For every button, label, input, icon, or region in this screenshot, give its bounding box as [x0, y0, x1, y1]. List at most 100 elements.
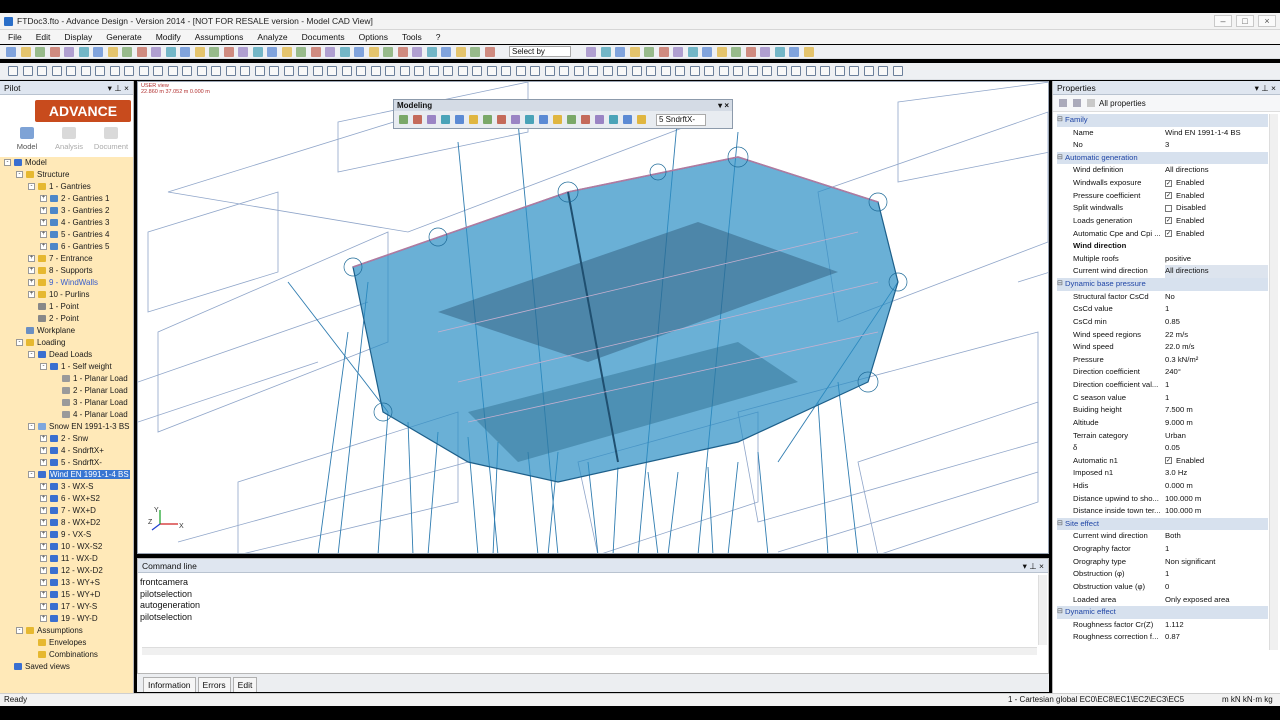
property-value-cell[interactable]: Urban	[1165, 430, 1268, 443]
view-toolbar-button[interactable]	[573, 66, 584, 76]
modeling-close-icon[interactable]: ▾ ×	[718, 100, 729, 111]
properties-filter[interactable]: All properties	[1053, 95, 1280, 112]
view-toolbar-button[interactable]	[182, 66, 192, 76]
toolbar-button[interactable]	[368, 47, 379, 57]
view-toolbar-button[interactable]	[167, 66, 178, 76]
collapse-icon[interactable]: -	[16, 171, 23, 179]
property-value-cell[interactable]: 0	[1165, 581, 1268, 594]
collapse-icon[interactable]: -	[16, 339, 23, 347]
tree-node[interactable]: - 1 - Gantries	[28, 181, 91, 193]
property-row[interactable]: Direction coefficient 240°	[1057, 366, 1268, 379]
property-row[interactable]: Distance upwind to sho... 100.000 m	[1057, 493, 1268, 506]
view-toolbar-button[interactable]	[254, 66, 265, 76]
expand-icon[interactable]: +	[40, 483, 47, 491]
property-value-cell[interactable]: 1	[1165, 392, 1268, 405]
expand-icon[interactable]: +	[40, 519, 47, 527]
view-toolbar-button[interactable]	[385, 66, 395, 76]
property-value-cell[interactable]: 100.000 m	[1165, 493, 1268, 506]
property-row[interactable]: Automatic Cpe and Cpi ... ✓ Enabled	[1057, 228, 1268, 241]
expand-icon[interactable]: +	[40, 579, 47, 587]
section-collapse-icon[interactable]: ⊟	[1057, 152, 1063, 165]
tree-node[interactable]: - 1 - Self weight	[40, 361, 112, 373]
toolbar-button[interactable]	[325, 47, 335, 57]
expand-icon[interactable]: +	[40, 591, 47, 599]
tree-node[interactable]: +10 - WX-S2	[40, 541, 102, 553]
view-toolbar-button[interactable]	[486, 66, 497, 76]
view-toolbar-button[interactable]	[312, 66, 323, 76]
command-hscrollbar[interactable]	[142, 647, 1037, 655]
modeling-tool-button[interactable]	[511, 115, 520, 124]
property-value-cell[interactable]: positive	[1165, 253, 1268, 266]
toolbar-button[interactable]	[731, 47, 741, 57]
property-row[interactable]: CsCd value 1	[1057, 303, 1268, 316]
view-toolbar-button[interactable]	[37, 66, 47, 76]
view-toolbar-button[interactable]	[878, 66, 888, 76]
toolbar-button[interactable]	[644, 47, 654, 57]
view-toolbar-button[interactable]	[849, 66, 859, 76]
toolbar-button[interactable]	[238, 47, 248, 57]
menu-item[interactable]: Assumptions	[195, 32, 244, 42]
property-value-cell[interactable]: All directions	[1165, 265, 1268, 279]
tree-node[interactable]: +9 - WindWalls	[28, 277, 98, 289]
view-toolbar-button[interactable]	[327, 66, 337, 76]
collapse-icon[interactable]: -	[28, 471, 35, 479]
view-toolbar-button[interactable]	[646, 66, 656, 76]
toolbar-button[interactable]	[629, 47, 640, 57]
toolbar-button[interactable]	[107, 47, 118, 57]
tree-node[interactable]: +4 - SndrftX+	[40, 445, 104, 457]
properties-scrollbar[interactable]	[1269, 114, 1278, 650]
tree-node[interactable]: Combinations	[28, 649, 98, 661]
tab-document[interactable]: Document	[90, 124, 132, 152]
expand-icon[interactable]: +	[40, 219, 47, 227]
property-row[interactable]: CsCd min 0.85	[1057, 316, 1268, 329]
property-section[interactable]: ⊟ Family	[1057, 114, 1268, 127]
property-row[interactable]: Current wind direction All directions	[1057, 265, 1268, 279]
property-row[interactable]: Orography type Non significant	[1057, 556, 1268, 569]
property-value-cell[interactable]: 9.000 m	[1165, 417, 1268, 430]
toolbar-button[interactable]	[194, 47, 205, 57]
tab-errors[interactable]: Errors	[197, 677, 231, 692]
toolbar-button[interactable]	[455, 47, 466, 57]
collapse-icon[interactable]: -	[40, 363, 47, 371]
modeling-tool-button[interactable]	[483, 115, 492, 124]
toolbar-button[interactable]	[93, 47, 103, 57]
collapse-icon[interactable]: -	[28, 183, 35, 191]
tree-node[interactable]: +5 - Gantries 4	[40, 229, 109, 241]
tab-analysis[interactable]: Analysis	[48, 124, 90, 152]
coordinate-system[interactable]: 1 - Cartesian global EC0\EC8\EC1\EC2\EC3…	[1008, 694, 1184, 706]
expand-icon[interactable]: +	[28, 267, 35, 275]
property-row[interactable]: Direction coefficient val... 1	[1057, 379, 1268, 392]
property-section[interactable]: ⊟ Dynamic effect	[1057, 606, 1268, 619]
expand-icon[interactable]: +	[40, 459, 47, 467]
view-toolbar-button[interactable]	[515, 66, 526, 76]
property-row[interactable]: Obstruction value (φ) 0	[1057, 581, 1268, 594]
view-toolbar-button[interactable]	[269, 66, 279, 76]
toolbar-button[interactable]	[165, 47, 176, 57]
maximize-button[interactable]: □	[1236, 15, 1254, 27]
property-value-cell[interactable]: No	[1165, 291, 1268, 304]
property-value-cell[interactable]: 0.85	[1165, 316, 1268, 329]
view-toolbar-button[interactable]	[399, 66, 410, 76]
view-toolbar-button[interactable]	[892, 66, 903, 76]
toolbar-button[interactable]	[122, 47, 132, 57]
modeling-tool-button[interactable]	[595, 115, 604, 124]
view-toolbar-button[interactable]	[80, 66, 91, 76]
menu-item[interactable]: Modify	[156, 32, 181, 42]
view-toolbar-button[interactable]	[472, 66, 482, 76]
tree-node[interactable]: 3 - Planar Load	[52, 397, 128, 409]
tab-edit[interactable]: Edit	[232, 677, 258, 692]
expand-icon[interactable]: +	[40, 507, 47, 515]
expand-icon[interactable]: +	[40, 435, 47, 443]
section-collapse-icon[interactable]: ⊟	[1057, 606, 1063, 619]
modeling-tool-button[interactable]	[413, 115, 422, 124]
units[interactable]: m kN kN·m kg	[1222, 694, 1273, 706]
view-toolbar-button[interactable]	[530, 66, 540, 76]
menu-item[interactable]: Edit	[36, 32, 51, 42]
tree-node[interactable]: Envelopes	[28, 637, 86, 649]
modeling-tool-button[interactable]	[609, 115, 618, 124]
tree-node[interactable]: - Dead Loads	[28, 349, 92, 361]
property-row[interactable]: Imposed n1 3.0 Hz	[1057, 467, 1268, 480]
menu-item[interactable]: Documents	[302, 32, 345, 42]
expand-icon[interactable]: +	[40, 555, 47, 563]
toolbar-button[interactable]	[296, 47, 306, 57]
